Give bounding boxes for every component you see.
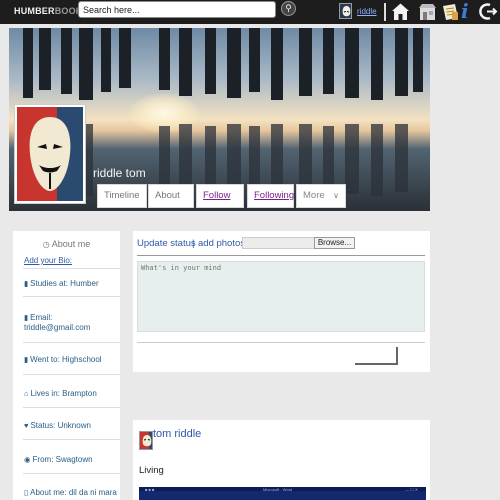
tab-about[interactable]: About <box>148 184 194 208</box>
logout-icon[interactable] <box>479 2 498 21</box>
heart-icon: ♥ <box>24 421 29 430</box>
humberbook-logo[interactable]: HUMBERBOOK <box>14 6 83 16</box>
separator: | <box>192 238 195 249</box>
username-link[interactable]: riddle <box>357 7 377 16</box>
home-icon[interactable] <box>391 2 410 21</box>
window-buttons: — ☐ ✕ <box>405 487 419 492</box>
search-icon[interactable]: ⚲ <box>281 1 296 16</box>
about-item-school: ▮ Went to: Highschool <box>24 355 102 364</box>
divider <box>23 268 120 269</box>
tab-more[interactable]: More ∨ <box>296 184 346 208</box>
about-item-status: ♥ Status: Unknown <box>24 421 91 430</box>
post-text: Living <box>139 465 164 476</box>
browse-button[interactable]: Browse... <box>314 237 355 249</box>
status-textarea[interactable] <box>137 261 425 332</box>
add-photos-link[interactable]: add photos <box>198 238 245 249</box>
divider <box>137 342 425 343</box>
about-item-bio: ▯ About me: dil da ni mara <box>24 488 117 497</box>
clock-icon: ◷ <box>42 240 50 249</box>
info-icon[interactable]: i <box>461 1 480 21</box>
about-item-lives: ⌂ Lives in: Brampton <box>24 389 97 398</box>
top-navigation-bar: HUMBERBOOK ⚲ riddle i <box>0 0 500 24</box>
search-input[interactable] <box>78 1 276 18</box>
about-item-studies: ▮ Studies at: Humber <box>24 279 99 288</box>
home-icon: ⌂ <box>24 389 29 398</box>
chevron-down-icon: ∨ <box>333 191 339 200</box>
book-icon: ▮ <box>24 279 29 288</box>
divider <box>384 3 386 21</box>
store-icon[interactable] <box>418 2 437 21</box>
phone-icon: ▯ <box>24 488 29 497</box>
book-icon: ▮ <box>24 355 29 364</box>
post-author-avatar[interactable] <box>139 431 153 450</box>
update-status-link[interactable]: Update status <box>137 238 196 249</box>
tab-timeline[interactable]: Timeline <box>97 184 147 208</box>
tab-following[interactable]: Following <box>247 184 294 208</box>
about-item-from: ◉ From: Swagtown <box>24 455 93 464</box>
about-item-email: ▮ Email: triddle@gmail.com <box>24 313 91 332</box>
post-button[interactable] <box>355 347 398 365</box>
user-avatar[interactable] <box>339 3 352 19</box>
newspaper-icon[interactable] <box>441 2 460 21</box>
about-title: ◷ About me <box>42 239 91 249</box>
profile-picture[interactable] <box>14 104 86 204</box>
profile-name: riddle tom <box>93 166 146 180</box>
add-bio-link[interactable]: Add your Bio: <box>24 256 72 265</box>
divider <box>137 255 425 256</box>
globe-icon: ◉ <box>24 455 31 464</box>
post-image-caption: Microsoft - Word <box>263 487 293 492</box>
book-icon: ▮ <box>24 313 29 322</box>
about-panel: ◷ About me Add your Bio: ▮ Studies at: Hu… <box>13 231 120 500</box>
post-author-name[interactable]: tom riddle <box>153 428 201 440</box>
window-controls: ■ ■ ■ <box>145 487 155 492</box>
tab-follow[interactable]: Follow <box>196 184 244 208</box>
file-path-field[interactable] <box>242 237 315 249</box>
post-image[interactable]: ■ ■ ■ Microsoft - Word — ☐ ✕ <box>139 487 426 500</box>
